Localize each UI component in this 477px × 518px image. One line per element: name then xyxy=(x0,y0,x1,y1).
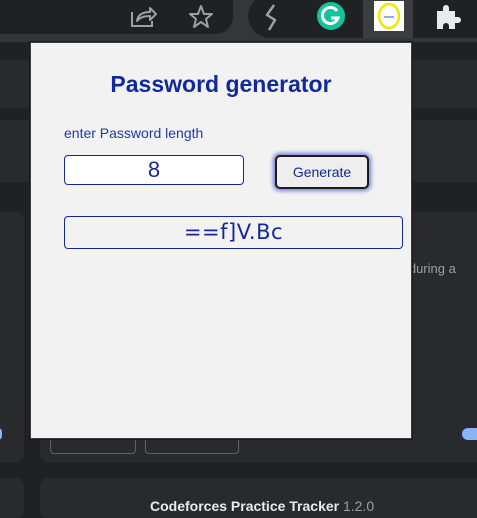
generate-button[interactable]: Generate xyxy=(275,155,369,189)
extensions-puzzle-icon[interactable] xyxy=(433,2,461,34)
password-output: ==f]V.Bc xyxy=(64,216,403,249)
background-extension-card xyxy=(0,478,24,518)
browser-toolbar xyxy=(0,0,477,42)
background-card-title: Codeforces Practice Tracker 1.2.0 xyxy=(150,498,374,514)
extension-s-icon[interactable] xyxy=(260,2,284,36)
password-generator-extension-icon[interactable] xyxy=(374,1,404,35)
password-length-input[interactable] xyxy=(64,155,244,185)
bookmark-star-icon[interactable] xyxy=(187,3,215,35)
omnibox-area xyxy=(0,0,233,34)
grammarly-icon[interactable] xyxy=(316,1,346,35)
popup-title: Password generator xyxy=(110,71,332,97)
background-enable-toggle[interactable] xyxy=(462,428,477,440)
share-icon[interactable] xyxy=(128,4,158,34)
background-extension-card xyxy=(0,212,24,462)
password-generator-popup: Password generator enter Password length… xyxy=(30,42,412,439)
background-card-version: 1.2.0 xyxy=(343,498,375,514)
length-label: enter Password length xyxy=(64,125,204,141)
background-card-name: Codeforces Practice Tracker xyxy=(150,498,340,514)
